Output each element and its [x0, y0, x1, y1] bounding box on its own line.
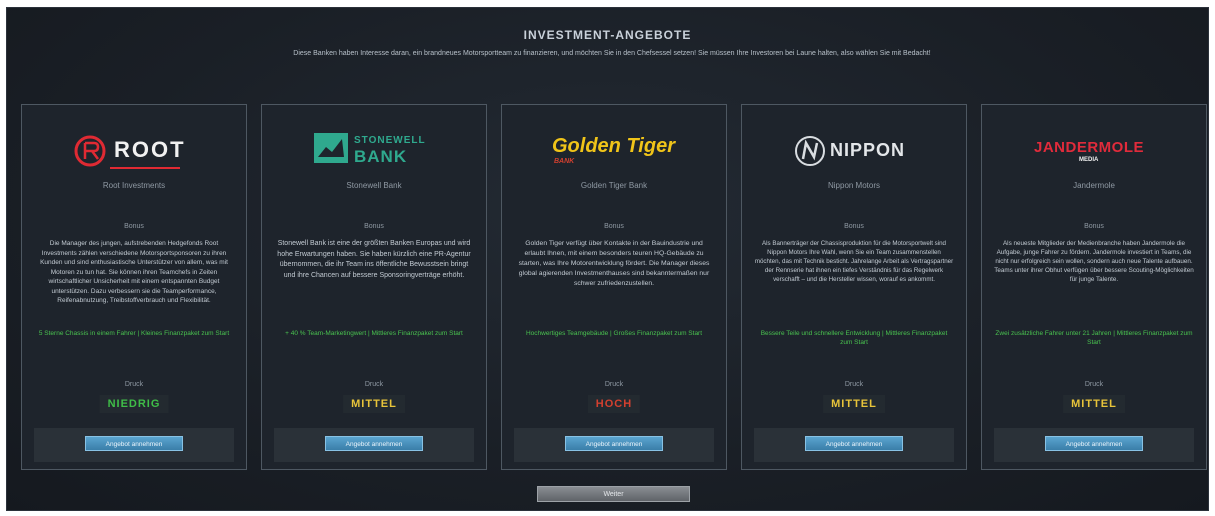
offer-bonus: Bessere Teile und schnellere Entwicklung…: [760, 330, 948, 346]
offer-card-stonewell: STONEWELL BANK Stonewell Bank Bonus Ston…: [261, 104, 487, 470]
offer-cards: ROOT Root Investments Bonus Die Manager …: [19, 104, 1207, 476]
bonus-label: Bonus: [1084, 223, 1104, 230]
accept-offer-button[interactable]: Angebot annehmen: [325, 436, 423, 451]
page-title: INVESTMENT-ANGEBOTE: [523, 28, 692, 42]
card-footer: Angebot annehmen: [274, 428, 474, 462]
risk-label: Druck: [364, 381, 384, 388]
golden-tiger-logo: Golden Tiger BANK: [502, 127, 726, 173]
nippon-logo-text: NIPPON: [830, 140, 906, 160]
offer-description: Als neueste Mitglieder der Medienbranche…: [994, 240, 1194, 283]
golden-tiger-logo-subtext: BANK: [554, 158, 575, 165]
offer-description: Die Manager des jungen, aufstrebenden He…: [40, 240, 228, 304]
offer-card-golden-tiger: Golden Tiger BANK Golden Tiger Bank Bonu…: [501, 104, 727, 470]
risk-badge: MITTEL: [343, 395, 405, 413]
investment-offers-screen: INVESTMENT-ANGEBOTE Diese Banken haben I…: [6, 7, 1209, 511]
risk-badge: MITTEL: [823, 395, 885, 413]
bank-name: Stonewell Bank: [346, 181, 402, 190]
card-footer: Angebot annehmen: [994, 428, 1194, 462]
jandermole-logo-subtext: MEDIA: [1079, 157, 1099, 163]
card-footer: Angebot annehmen: [34, 428, 234, 462]
bank-name: Root Investments: [102, 181, 166, 190]
continue-button[interactable]: Weiter: [537, 486, 690, 502]
bank-name: Golden Tiger Bank: [580, 181, 648, 190]
jandermole-logo-text: JANDERMOLE: [1034, 139, 1145, 156]
offer-bonus: Zwei zusätzliche Fahrer unter 21 Jahren …: [995, 330, 1193, 346]
jandermole-logo: JANDERMOLE MEDIA: [982, 127, 1206, 173]
stonewell-logo: STONEWELL BANK: [262, 127, 486, 173]
bank-name: Jandermole: [1073, 181, 1115, 190]
offer-card-jandermole: JANDERMOLE MEDIA Jandermole Bonus Als ne…: [981, 104, 1207, 470]
stonewell-logo-text-top: STONEWELL: [354, 135, 426, 146]
bonus-label: Bonus: [844, 223, 864, 230]
accept-offer-button[interactable]: Angebot annehmen: [1045, 436, 1143, 451]
bonus-label: Bonus: [124, 223, 144, 230]
risk-badge: HOCH: [587, 395, 641, 413]
nippon-logo: NIPPON: [742, 127, 966, 173]
offer-bonus: 5 Sterne Chassis in einem Fahrer | Klein…: [38, 330, 230, 337]
card-footer: Angebot annehmen: [754, 428, 954, 462]
risk-badge: MITTEL: [1063, 395, 1125, 413]
bonus-label: Bonus: [364, 223, 384, 230]
offer-card-nippon: NIPPON Nippon Motors Bonus Als Bannerträ…: [741, 104, 967, 470]
offer-bonus: Hochwertiges Teamgebäude | Großes Finanz…: [525, 330, 703, 337]
risk-label: Druck: [124, 381, 144, 388]
bonus-label: Bonus: [604, 223, 624, 230]
accept-offer-button[interactable]: Angebot annehmen: [85, 436, 183, 451]
risk-label: Druck: [604, 381, 624, 388]
offer-bonus: + 40 % Team-Marketingwert | Mittleres Fi…: [285, 330, 463, 337]
offer-description: Stonewell Bank ist eine der größten Bank…: [277, 240, 471, 279]
accept-offer-button[interactable]: Angebot annehmen: [565, 436, 663, 451]
risk-label: Druck: [844, 381, 864, 388]
risk-badge: NIEDRIG: [99, 395, 169, 413]
golden-tiger-logo-text: Golden Tiger: [552, 135, 675, 157]
risk-label: Druck: [1084, 381, 1104, 388]
bank-name: Nippon Motors: [827, 181, 881, 190]
root-logo-text: ROOT: [114, 137, 186, 162]
offer-description: Golden Tiger verfügt über Kontakte in de…: [518, 240, 710, 287]
card-footer: Angebot annehmen: [514, 428, 714, 462]
page-subtitle: Diese Banken haben Interesse daran, ein …: [293, 50, 931, 57]
accept-offer-button[interactable]: Angebot annehmen: [805, 436, 903, 451]
offer-card-root: ROOT Root Investments Bonus Die Manager …: [21, 104, 247, 470]
offer-description: Als Bannerträger der Chassisproduktion f…: [754, 240, 954, 283]
root-logo: ROOT: [22, 127, 246, 173]
stonewell-logo-text-bottom: BANK: [354, 147, 408, 166]
